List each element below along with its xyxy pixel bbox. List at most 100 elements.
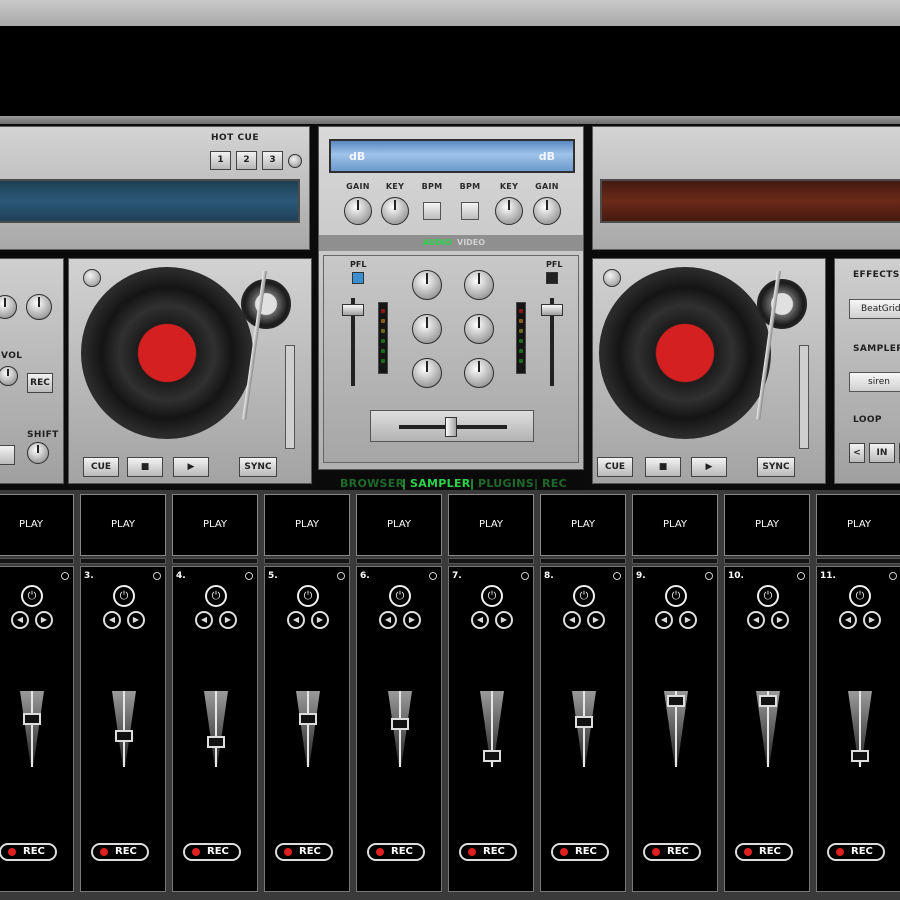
next-icon[interactable]: ▶ — [587, 611, 605, 629]
effect-select[interactable]: BeatGrid — [849, 299, 900, 319]
deck-b-play-button[interactable]: ▶ — [691, 457, 727, 477]
next-icon[interactable]: ▶ — [219, 611, 237, 629]
sampler-options-icon[interactable] — [245, 572, 253, 580]
sampler-volume-slider[interactable] — [299, 713, 317, 726]
previous-icon[interactable]: ◀ — [839, 611, 857, 629]
power-icon[interactable]: ⏻ — [113, 585, 135, 607]
key-a-knob[interactable] — [381, 197, 409, 225]
sampler-play-button[interactable]: PLAY — [80, 494, 166, 556]
deck-a-corner-knob[interactable] — [83, 269, 101, 287]
sampler-play-button[interactable]: PLAY — [816, 494, 900, 556]
key-b-knob[interactable] — [495, 197, 523, 225]
sampler-options-icon[interactable] — [889, 572, 897, 580]
sampler-rec-button[interactable]: REC — [459, 843, 517, 861]
sampler-select[interactable]: siren — [849, 372, 900, 392]
sampler-rec-button[interactable]: REC — [827, 843, 885, 861]
sampler-rec-button[interactable]: REC — [275, 843, 333, 861]
sampler-options-icon[interactable] — [337, 572, 345, 580]
eq-high-a-knob[interactable] — [412, 270, 442, 300]
sampler-rec-button[interactable]: REC — [643, 843, 701, 861]
pfl-a-button[interactable] — [352, 272, 364, 284]
next-icon[interactable]: ▶ — [127, 611, 145, 629]
power-icon[interactable]: ⏻ — [21, 585, 43, 607]
sampler-options-icon[interactable] — [61, 572, 69, 580]
tab-browser[interactable]: BROWSER — [340, 477, 404, 490]
deck-a-vol-knob[interactable] — [0, 366, 18, 386]
sampler-rec-button[interactable]: REC — [91, 843, 149, 861]
gain-b-knob[interactable] — [533, 197, 561, 225]
power-icon[interactable]: ⏻ — [389, 585, 411, 607]
hotcue-3-button[interactable]: 3 — [262, 151, 283, 170]
next-icon[interactable]: ▶ — [495, 611, 513, 629]
eq-mid-b-knob[interactable] — [464, 314, 494, 344]
sampler-volume-slider[interactable] — [759, 695, 777, 708]
deck-b-platter[interactable] — [599, 267, 771, 439]
previous-icon[interactable]: ◀ — [747, 611, 765, 629]
sampler-volume-slider[interactable] — [207, 736, 225, 749]
next-icon[interactable]: ▶ — [311, 611, 329, 629]
hotcue-1-button[interactable]: 1 — [210, 151, 231, 170]
tab-plugins[interactable]: PLUGINS — [478, 477, 534, 490]
loop-prev-button[interactable]: < — [849, 443, 865, 463]
channel-a-fader[interactable] — [342, 304, 364, 316]
sampler-rec-button[interactable]: REC — [735, 843, 793, 861]
previous-icon[interactable]: ◀ — [195, 611, 213, 629]
next-icon[interactable]: ▶ — [863, 611, 881, 629]
sampler-rec-button[interactable]: REC — [367, 843, 425, 861]
sampler-volume-slider[interactable] — [115, 730, 133, 743]
next-icon[interactable]: ▶ — [403, 611, 421, 629]
eq-mid-a-knob[interactable] — [412, 314, 442, 344]
hotcue-clear-knob[interactable] — [288, 154, 302, 168]
sampler-options-icon[interactable] — [429, 572, 437, 580]
previous-icon[interactable]: ◀ — [11, 611, 29, 629]
deck-a-pitch-slider[interactable] — [285, 345, 295, 449]
sampler-volume-slider[interactable] — [667, 695, 685, 708]
sampler-options-icon[interactable] — [797, 572, 805, 580]
deck-b-sync-button[interactable]: SYNC — [757, 457, 795, 477]
deck-a-waveform-display[interactable] — [0, 179, 300, 223]
power-icon[interactable]: ⏻ — [297, 585, 319, 607]
power-icon[interactable]: ⏻ — [757, 585, 779, 607]
sampler-play-button[interactable]: PLAY — [540, 494, 626, 556]
sampler-play-button[interactable]: PLAY — [172, 494, 258, 556]
next-icon[interactable]: ▶ — [771, 611, 789, 629]
hotcue-2-button[interactable]: 2 — [236, 151, 257, 170]
video-tab[interactable]: VIDEO — [457, 238, 485, 247]
power-icon[interactable]: ⏻ — [573, 585, 595, 607]
sampler-play-button[interactable]: PLAY — [724, 494, 810, 556]
sampler-options-icon[interactable] — [705, 572, 713, 580]
deck-a-knob-2[interactable] — [26, 294, 52, 320]
next-icon[interactable]: ▶ — [35, 611, 53, 629]
gain-a-knob[interactable] — [344, 197, 372, 225]
deck-b-cue-button[interactable]: CUE — [597, 457, 633, 477]
sampler-volume-slider[interactable] — [575, 715, 593, 728]
sampler-volume-slider[interactable] — [483, 749, 501, 762]
sampler-volume-slider[interactable] — [851, 749, 869, 762]
eq-high-b-knob[interactable] — [464, 270, 494, 300]
deck-b-corner-knob[interactable] — [603, 269, 621, 287]
previous-icon[interactable]: ◀ — [103, 611, 121, 629]
power-icon[interactable]: ⏻ — [849, 585, 871, 607]
sampler-rec-button[interactable]: REC — [551, 843, 609, 861]
sampler-play-button[interactable]: PLAY — [264, 494, 350, 556]
tab-rec[interactable]: REC — [542, 477, 567, 490]
tab-sampler[interactable]: SAMPLER — [410, 477, 471, 490]
eq-low-a-knob[interactable] — [412, 358, 442, 388]
sampler-options-icon[interactable] — [613, 572, 621, 580]
previous-icon[interactable]: ◀ — [471, 611, 489, 629]
power-icon[interactable]: ⏻ — [665, 585, 687, 607]
previous-icon[interactable]: ◀ — [655, 611, 673, 629]
eq-low-b-knob[interactable] — [464, 358, 494, 388]
pfl-b-button[interactable] — [546, 272, 558, 284]
sampler-play-button[interactable]: PLAY — [356, 494, 442, 556]
previous-icon[interactable]: ◀ — [287, 611, 305, 629]
deck-a-shift-knob[interactable] — [27, 442, 49, 464]
deck-b-pitch-slider[interactable] — [799, 345, 809, 449]
power-icon[interactable]: ⏻ — [205, 585, 227, 607]
audio-tab[interactable]: AUDIO — [423, 238, 452, 247]
loop-in-button[interactable]: IN — [869, 443, 895, 463]
deck-a-small-button[interactable] — [0, 445, 15, 465]
crossfader-handle[interactable] — [445, 417, 457, 437]
deck-a-knob-1[interactable] — [0, 295, 17, 319]
power-icon[interactable]: ⏻ — [481, 585, 503, 607]
